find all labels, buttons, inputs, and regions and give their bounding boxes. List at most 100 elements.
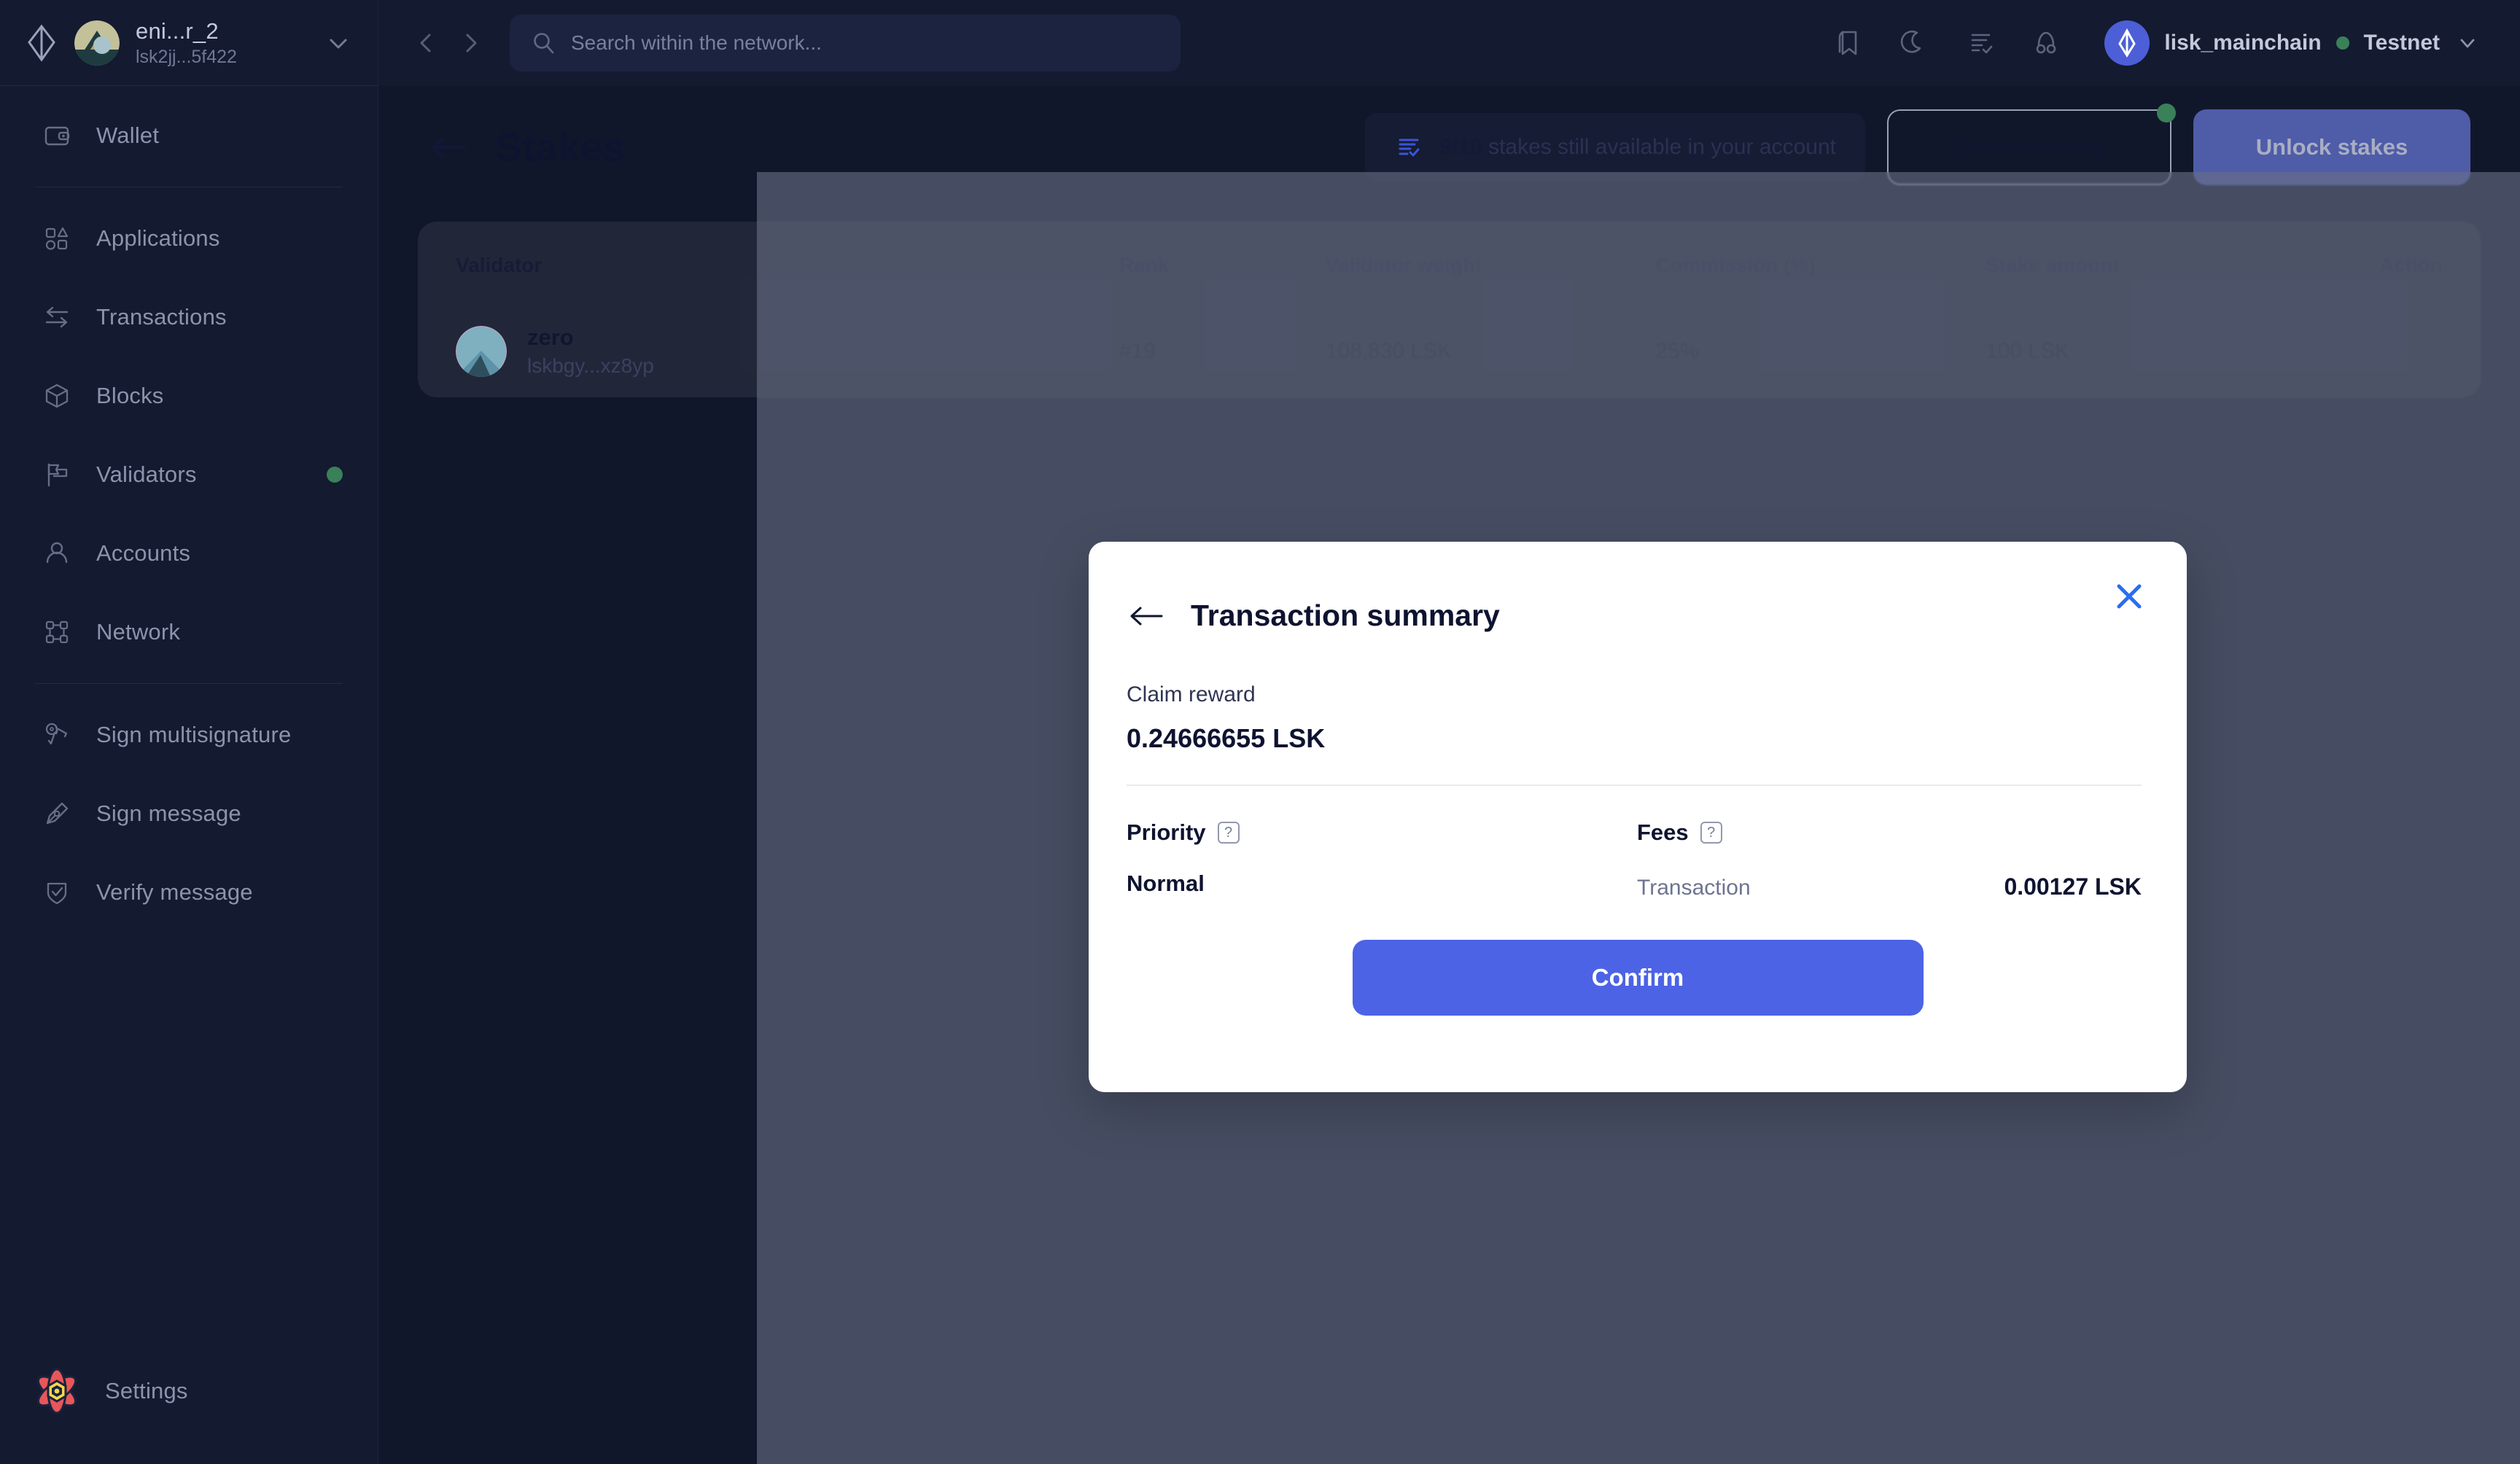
claim-reward-label: Claim reward [1127, 682, 1256, 706]
fee-value: 0.00127 LSK [2004, 873, 2142, 900]
close-icon[interactable] [2109, 577, 2149, 616]
accounts-user-icon [41, 537, 73, 569]
sidebar-item-verify-message[interactable]: Verify message [0, 853, 378, 932]
chain-name: lisk_mainchain [2164, 31, 2322, 55]
search-icon [530, 30, 556, 56]
fee-name: Transaction [1637, 876, 1751, 900]
confirm-button[interactable]: Confirm [1352, 940, 1924, 1016]
validator-avatar [456, 326, 507, 378]
validator-name: zero [527, 324, 574, 350]
sidebar-divider-2 [35, 683, 343, 684]
sidebar-bottom: Settings [0, 1352, 378, 1464]
main-area: Search within the network... lisk_mainch… [378, 0, 2520, 1464]
arrow-left-icon[interactable] [428, 130, 469, 165]
validator-text: zero lskbgy...xz8yp [527, 324, 654, 380]
sidebar-item-label: Validators [96, 462, 197, 487]
sidebar-group-primary: Wallet [0, 96, 378, 175]
network-status-icon[interactable] [2029, 26, 2064, 61]
search-input[interactable]: Search within the network... [510, 15, 1181, 71]
wallet-icon [41, 120, 73, 152]
priority-block: Priority ? Normal [1127, 819, 1637, 900]
sidebar-item-label: Accounts [96, 540, 191, 566]
chevron-right-icon[interactable] [454, 27, 486, 59]
app-root: eni...r_2 lsk2jj...5f422 Wallet Applicat… [0, 0, 2520, 1464]
modal-title: Transaction summary [1191, 599, 1500, 632]
stakes-availability-text: 9/10 stakes still available in your acco… [1439, 135, 1836, 160]
sidebar: eni...r_2 lsk2jj...5f422 Wallet Applicat… [0, 0, 378, 1464]
sidebar-nav: Wallet Applications Transactions Blocks … [0, 86, 378, 932]
bookmark-icon[interactable] [1832, 26, 1867, 61]
modal-footer: Confirm [1089, 940, 2187, 1016]
help-question-icon[interactable]: ? [1217, 822, 1240, 844]
modal-header: Transaction summary [1089, 542, 2187, 633]
status-dot [327, 467, 343, 483]
chevron-left-icon[interactable] [411, 27, 443, 59]
network-nodes-icon [41, 616, 73, 648]
stakes-availability-chip: 9/10 stakes still available in your acco… [1365, 113, 1865, 182]
sidebar-item-label: Wallet [96, 122, 160, 148]
sidebar-item-transactions[interactable]: Transactions [0, 278, 378, 357]
dark-mode-moon-icon[interactable] [1897, 26, 1932, 61]
account-switcher[interactable]: eni...r_2 lsk2jj...5f422 [0, 0, 378, 86]
sidebar-item-blocks[interactable]: Blocks [0, 357, 378, 435]
account-info: eni...r_2 lsk2jj...5f422 [136, 18, 308, 68]
content-area: Stakes 9/10 stakes still available in yo [378, 86, 2520, 1464]
topbar-actions: lisk_mainchain Testnet [1832, 20, 2481, 66]
sidebar-item-sign-message[interactable]: Sign message [0, 774, 378, 853]
chevron-down-icon[interactable] [324, 28, 353, 58]
pen-nib-icon [41, 798, 73, 830]
sidebar-item-validators[interactable]: Validators [0, 435, 378, 514]
priority-value: Normal [1127, 871, 1205, 896]
shield-check-icon [41, 876, 73, 908]
transaction-summary-modal: Transaction summary Claim reward 0.24666… [1089, 542, 2187, 1092]
applications-icon [41, 222, 73, 254]
claim-rewards-label: Claim rewards [1952, 134, 2107, 160]
stakes-list-icon [1394, 133, 1423, 162]
lisk-logo-icon [25, 24, 58, 62]
sidebar-item-label: Settings [105, 1378, 188, 1403]
account-name: eni...r_2 [136, 17, 219, 44]
page-title: Stakes [495, 125, 626, 170]
sidebar-item-label: Network [96, 619, 181, 645]
rewards-available-badge [2157, 104, 2176, 122]
help-question-icon[interactable]: ? [1700, 822, 1722, 844]
sidebar-item-settings[interactable]: Settings [0, 1352, 378, 1430]
sidebar-item-network[interactable]: Network [0, 593, 378, 671]
sidebar-item-sign-multisignature[interactable]: Sign multisignature [0, 696, 378, 774]
sidebar-item-accounts[interactable]: Accounts [0, 514, 378, 593]
sidebar-group-explore: Applications Transactions Blocks Validat… [0, 199, 378, 671]
chevron-down-icon[interactable] [2454, 30, 2481, 56]
sidebar-group-tools: Sign multisignature Sign message Verify … [0, 696, 378, 932]
history-nav [411, 27, 486, 59]
stakes-availability-suffix: stakes still available in your account [1482, 135, 1836, 159]
validator-address: lskbgy...xz8yp [527, 354, 654, 377]
priority-label: Priority [1127, 819, 1206, 845]
sidebar-item-label: Verify message [96, 879, 253, 905]
sidebar-item-wallet[interactable]: Wallet [0, 96, 378, 175]
validators-flag-icon [41, 459, 73, 491]
network-selector[interactable]: lisk_mainchain Testnet [2104, 20, 2481, 66]
sidebar-item-applications[interactable]: Applications [0, 199, 378, 278]
transactions-icon [41, 301, 73, 333]
topbar: Search within the network... lisk_mainch… [378, 0, 2520, 86]
sidebar-item-label: Applications [96, 225, 220, 251]
sidebar-item-label: Sign multisignature [96, 722, 292, 747]
priority-fees-row: Priority ? Normal Fees ? Transaction 0.0… [1127, 819, 2142, 900]
stakes-count: 9/10 [1439, 135, 1482, 159]
divider [1127, 784, 2142, 786]
fees-label-row: Fees ? [1637, 819, 2142, 846]
fee-line: Transaction 0.00127 LSK [1637, 873, 2142, 900]
network-status-dot [2336, 36, 2349, 50]
fees-block: Fees ? Transaction 0.00127 LSK [1637, 819, 2142, 900]
blocks-icon [41, 380, 73, 412]
priority-label-row: Priority ? [1127, 819, 1637, 846]
fees-label: Fees [1637, 819, 1689, 845]
claim-reward-value: 0.24666655 LSK [1127, 723, 1326, 753]
arrow-left-icon[interactable] [1127, 601, 1166, 631]
keys-icon [41, 719, 73, 751]
modal-body: Claim reward 0.24666655 LSK Priority ? N… [1089, 633, 2187, 900]
transaction-list-icon[interactable] [1963, 26, 1998, 61]
sidebar-item-label: Blocks [96, 383, 164, 408]
lisk-chain-logo-icon [2104, 20, 2150, 66]
sidebar-item-label: Transactions [96, 304, 227, 330]
